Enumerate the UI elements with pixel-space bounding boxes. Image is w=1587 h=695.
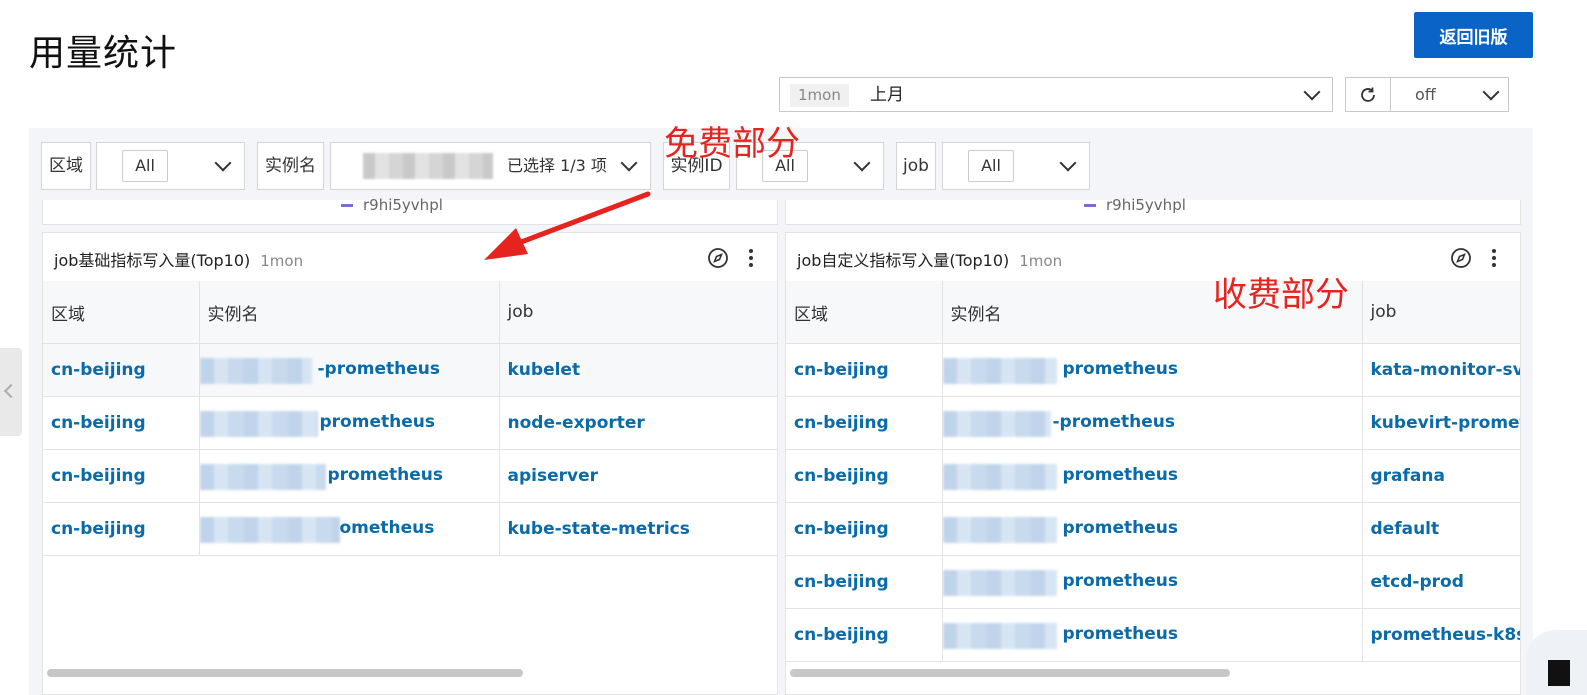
table-row[interactable]: cn-beijing -prometheus kubevirt-promethe (786, 396, 1520, 450)
cell-region[interactable]: cn-beijing (786, 343, 943, 397)
time-range-value: 上月 (870, 85, 904, 105)
col-header-region[interactable]: 区域 (43, 281, 200, 344)
cell-region[interactable]: cn-beijing (43, 502, 200, 556)
chevron-down-icon (1482, 83, 1500, 101)
floating-widget[interactable] (1526, 630, 1587, 695)
panel-custom-metrics: job自定义指标写入量(Top10) 1mon 区域 实例名 job cn-bei… (785, 232, 1521, 695)
cell-region[interactable]: cn-beijing (786, 608, 943, 662)
cell-instance[interactable]: prometheus (942, 449, 1363, 503)
more-menu-icon[interactable] (749, 249, 753, 270)
panel-time: 1mon (1019, 252, 1063, 270)
annotation-arrow (484, 191, 651, 260)
chevron-down-icon (1059, 154, 1077, 172)
chevron-down-icon (1303, 83, 1321, 101)
legend-item: r9hi5yvhpl (341, 196, 443, 214)
explore-icon[interactable] (707, 247, 729, 269)
cell-job[interactable]: etcd-prod (1362, 555, 1520, 609)
col-header-region[interactable]: 区域 (786, 281, 943, 344)
prev-card-right: r9hi5yvhpl (785, 196, 1521, 225)
instance-filter-select[interactable]: 已选择 1/3 项 (330, 142, 651, 190)
table-row[interactable]: cn-beijing prometheus kata-monitor-svc (786, 343, 1520, 397)
chevron-down-icon (853, 154, 871, 172)
region-filter-label: 区域 (41, 142, 91, 190)
cell-job[interactable]: kata-monitor-svc (1362, 343, 1520, 397)
cell-instance[interactable]: prometheus (942, 555, 1363, 609)
col-header-instance[interactable]: 实例名 (199, 281, 500, 344)
cell-job[interactable]: default (1362, 502, 1520, 556)
cell-job[interactable]: node-exporter (499, 396, 777, 450)
cell-region[interactable]: cn-beijing (786, 555, 943, 609)
table-row[interactable]: cn-beijing prometheus node-exporter (43, 396, 777, 450)
panel-title: job基础指标写入量(Top10) 1mon (54, 251, 304, 270)
table-row[interactable]: cn-beijing prometheus default (786, 502, 1520, 556)
page-title: 用量统计 (29, 33, 178, 74)
horizontal-scrollbar[interactable] (790, 669, 1230, 677)
prev-card-left: r9hi5yvhpl (42, 196, 778, 225)
cell-job[interactable]: kubelet (499, 343, 777, 397)
table-row[interactable]: cn-beijing prometheus grafana (786, 449, 1520, 503)
more-menu-icon[interactable] (1492, 249, 1496, 270)
cell-instance[interactable]: prometheus (942, 343, 1363, 397)
refresh-button[interactable] (1345, 77, 1391, 112)
explore-icon[interactable] (1450, 247, 1472, 269)
auto-refresh-select[interactable]: off (1390, 77, 1509, 112)
cell-instance[interactable]: prometheus (942, 502, 1363, 556)
panel-base-metrics: job基础指标写入量(Top10) 1mon 区域 实例名 job cn-beij… (42, 232, 778, 695)
cell-region[interactable]: cn-beijing (43, 449, 200, 503)
panel-title: job自定义指标写入量(Top10) 1mon (797, 251, 1063, 270)
table-row[interactable]: cn-beijing prometheus apiserver (43, 449, 777, 503)
time-range-select[interactable]: 1mon 上月 (779, 77, 1333, 112)
chevron-down-icon (620, 154, 638, 172)
auto-refresh-value: off (1415, 85, 1436, 104)
base-metrics-table: 区域 实例名 job cn-beijing -prometheus kubele… (43, 281, 777, 556)
cell-region[interactable]: cn-beijing (786, 396, 943, 450)
cell-instance[interactable]: prometheus (942, 608, 1363, 662)
legend-item: r9hi5yvhpl (1084, 196, 1186, 214)
region-filter-value: All (122, 150, 168, 182)
cell-region[interactable]: cn-beijing (43, 396, 200, 450)
table-row[interactable]: cn-beijing prometheus etcd-prod (786, 555, 1520, 609)
cell-region[interactable]: cn-beijing (786, 502, 943, 556)
col-header-job[interactable]: job (499, 281, 777, 344)
refresh-icon (1361, 87, 1375, 102)
table-row[interactable]: cn-beijing ometheus kube-state-metrics (43, 502, 777, 556)
cell-job[interactable]: prometheus-k8s (1362, 608, 1520, 662)
cell-job[interactable]: kubevirt-promethe (1362, 396, 1520, 450)
cell-region[interactable]: cn-beijing (43, 343, 200, 397)
cell-instance[interactable]: -prometheus (199, 343, 500, 397)
job-filter-label: job (896, 142, 936, 190)
cell-instance[interactable]: prometheus (199, 449, 500, 503)
job-filter-select[interactable]: All (942, 142, 1090, 190)
redacted-instance (363, 153, 493, 179)
annotation-free: 免费部分 (664, 124, 800, 164)
table-row[interactable]: cn-beijing -prometheus kubelet (43, 343, 777, 397)
horizontal-scrollbar[interactable] (47, 669, 523, 677)
annotation-paid: 收费部分 (1213, 275, 1349, 315)
table-row[interactable]: cn-beijing prometheus prometheus-k8s (786, 608, 1520, 662)
instance-filter-label: 实例名 (257, 142, 324, 190)
chevron-down-icon (214, 154, 232, 172)
cell-instance[interactable]: ometheus (199, 502, 500, 556)
back-to-old-version-button[interactable]: 返回旧版 (1414, 12, 1533, 58)
time-range-tag: 1mon (790, 84, 849, 107)
panel-time: 1mon (260, 252, 304, 270)
sidebar-collapse-tab[interactable] (0, 348, 22, 436)
cell-job[interactable]: grafana (1362, 449, 1520, 503)
cell-instance[interactable]: prometheus (199, 396, 500, 450)
custom-metrics-table: 区域 实例名 job cn-beijing prometheus kata-mo… (786, 281, 1520, 662)
cell-job[interactable]: apiserver (499, 449, 777, 503)
job-filter-value: All (968, 150, 1014, 182)
col-header-job[interactable]: job (1362, 281, 1520, 344)
cell-job[interactable]: kube-state-metrics (499, 502, 777, 556)
region-filter-select[interactable]: All (96, 142, 245, 190)
cell-region[interactable]: cn-beijing (786, 449, 943, 503)
instance-filter-value: 已选择 1/3 项 (507, 156, 607, 175)
cell-instance[interactable]: -prometheus (942, 396, 1363, 450)
